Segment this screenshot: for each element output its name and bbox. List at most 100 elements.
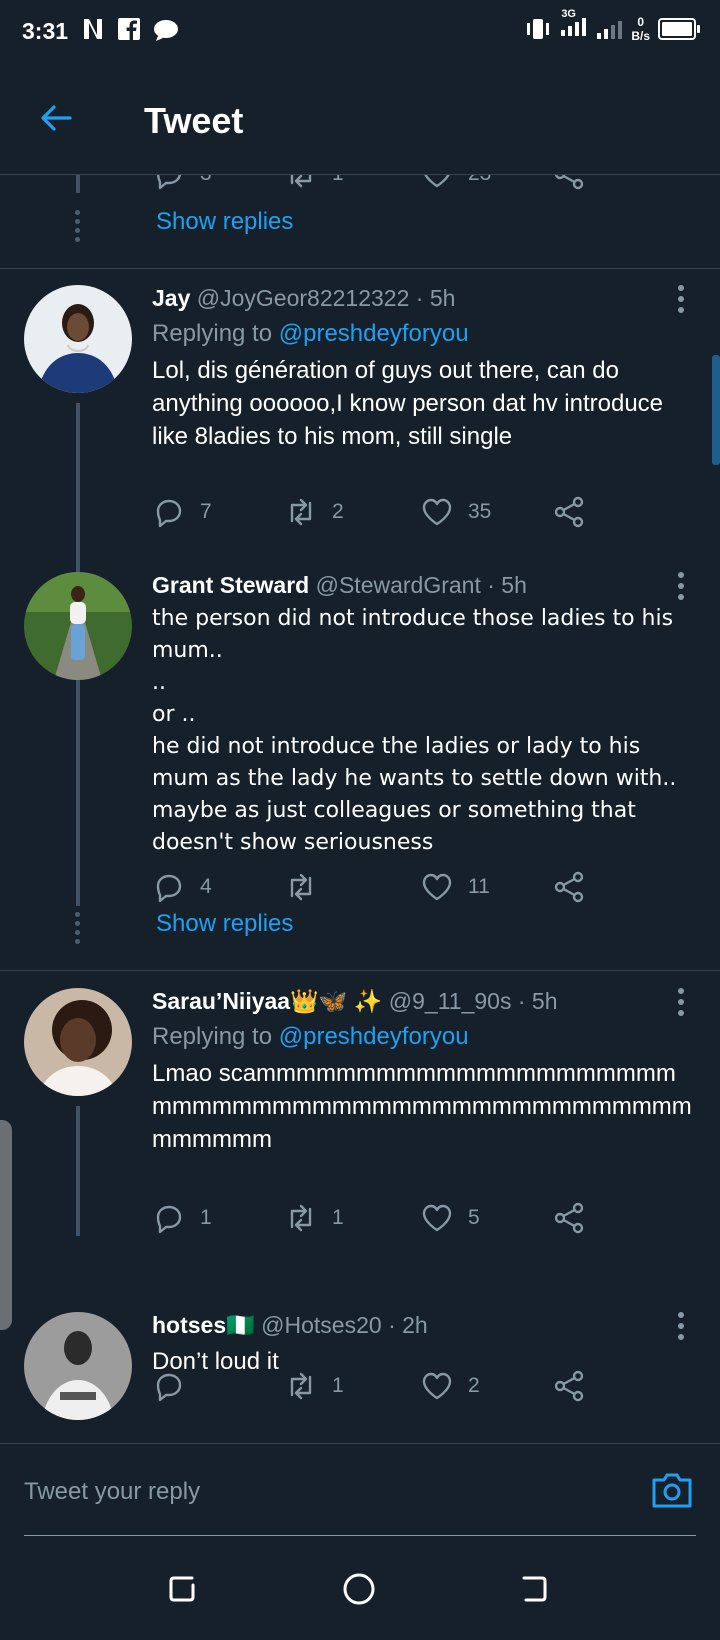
tweet-actions: 1 1 5 <box>152 1201 622 1237</box>
system-nav-bar <box>0 1536 720 1640</box>
reply-composer: Tweet your reply <box>0 1443 720 1536</box>
reply-icon <box>156 499 182 528</box>
share-action[interactable] <box>552 870 586 904</box>
tweet-text-line: .. <box>152 670 166 695</box>
facebook-icon <box>118 18 140 40</box>
tweet-item[interactable]: Grant Steward @StewardGrant · 5h the per… <box>0 572 720 872</box>
retweet-action[interactable] <box>284 870 332 904</box>
retweet-action[interactable]: 1 <box>284 1369 344 1403</box>
app-header: Tweet <box>0 64 720 175</box>
replying-to: Replying to @preshdeyforyou <box>152 1023 469 1050</box>
retweet-action[interactable]: 1 <box>284 1201 344 1235</box>
reply-icon <box>156 1373 182 1402</box>
data-speed: 0 B/s <box>631 14 650 43</box>
show-replies-link[interactable]: Show replies <box>156 910 293 938</box>
tweet-meta: Jay @JoyGeor82212322 · 5h <box>152 285 660 312</box>
status-time: 3:31 <box>22 18 69 44</box>
tweet-time: · 5h <box>517 988 558 1014</box>
like-action[interactable]: 5 <box>420 1201 480 1235</box>
like-action[interactable]: 35 <box>420 495 491 529</box>
tweet-meta: Sarau’Niiyaa👑🦋 ✨ @9_11_90s · 5h <box>152 988 660 1015</box>
tweet-thread[interactable]: 3 1 23 Show replies Jay @Jo <box>0 175 720 1443</box>
page-title: Tweet <box>144 100 244 141</box>
reply-icon <box>156 175 181 190</box>
retweet-action[interactable]: 2 <box>284 495 344 529</box>
reply-action[interactable]: 4 <box>152 870 212 904</box>
replying-to: Replying to @preshdeyforyou <box>152 320 469 347</box>
signal-icon-2 <box>597 20 623 39</box>
retweet-action[interactable]: 1 <box>284 175 344 191</box>
tweet-item[interactable]: Sarau’Niiyaa👑🦋 ✨ @9_11_90s · 5h Replying… <box>0 988 720 1158</box>
retweet-icon <box>290 175 312 188</box>
replying-to-handle[interactable]: @preshdeyforyou <box>279 320 469 347</box>
more-options-icon[interactable] <box>678 572 684 605</box>
like-action[interactable]: 11 <box>420 870 490 904</box>
like-action[interactable]: 2 <box>420 1369 480 1403</box>
share-action[interactable] <box>552 1369 586 1403</box>
avatar-image <box>24 285 132 393</box>
author-name[interactable]: hotses🇳🇬 <box>152 1312 255 1338</box>
heart-icon <box>422 1204 452 1232</box>
thread-dots <box>75 210 81 246</box>
avatar[interactable] <box>24 1312 132 1420</box>
more-options-icon[interactable] <box>678 285 684 318</box>
more-options-icon[interactable] <box>678 988 684 1021</box>
retweet-icon <box>290 1204 312 1232</box>
reply-action[interactable]: 7 <box>152 495 212 529</box>
author-name[interactable]: Jay <box>152 285 190 311</box>
reply-input[interactable]: Tweet your reply <box>24 1478 200 1506</box>
thread-line <box>76 1106 80 1236</box>
share-action[interactable] <box>552 1201 586 1235</box>
reply-icon <box>156 874 182 903</box>
tweet-item[interactable]: Jay @JoyGeor82212322 · 5h Replying to @p… <box>0 285 720 450</box>
back-arrow-icon[interactable] <box>38 100 74 136</box>
tweet-actions: 1 2 <box>152 1369 622 1405</box>
heart-icon <box>424 175 450 188</box>
home-icon[interactable] <box>342 1572 376 1606</box>
scrollbar-thumb[interactable] <box>712 355 720 465</box>
like-action[interactable]: 23 <box>420 175 491 191</box>
author-handle: @JoyGeor82212322 <box>196 285 410 311</box>
notification-icons <box>80 16 180 42</box>
author-name[interactable]: Grant Steward <box>152 572 309 598</box>
share-icon <box>554 1202 584 1234</box>
recent-apps-icon[interactable] <box>166 1572 200 1606</box>
thread-line <box>76 691 80 906</box>
back-nav-icon[interactable] <box>518 1572 552 1606</box>
author-name[interactable]: Sarau’Niiyaa👑🦋 ✨ <box>152 988 382 1014</box>
avatar[interactable] <box>24 285 132 393</box>
retweet-icon <box>290 498 312 526</box>
tweet-text: the person did not introduce those ladie… <box>152 603 692 859</box>
reply-action[interactable]: 3 <box>152 175 212 191</box>
tweet-text-line: he did not introduce the ladies or lady … <box>152 734 677 855</box>
share-icon <box>554 871 584 903</box>
tweet-item[interactable]: hotses🇳🇬 @Hotses20 · 2h Don’t loud it <box>0 1312 720 1422</box>
show-replies-link[interactable]: Show replies <box>156 208 293 236</box>
tweet-time: · 2h <box>388 1312 428 1338</box>
tweet-time: · 5h <box>487 572 527 598</box>
tweet-text-line: the person did not introduce those ladie… <box>152 606 674 663</box>
status-bar: 3:31 3G 0 B/s <box>0 0 720 64</box>
reply-action[interactable]: 1 <box>152 1201 212 1235</box>
reply-icon <box>156 1205 182 1234</box>
camera-icon[interactable] <box>650 1470 694 1510</box>
netflix-icon <box>84 19 102 39</box>
retweet-icon <box>290 873 312 901</box>
share-icon <box>554 496 584 528</box>
tweet-text: Lol, dis génération of guys out there, c… <box>152 357 664 450</box>
divider <box>0 970 720 971</box>
avatar[interactable] <box>24 572 132 680</box>
author-handle: @9_11_90s <box>388 988 512 1014</box>
reply-action[interactable] <box>152 1369 200 1403</box>
replying-to-handle[interactable]: @preshdeyforyou <box>279 1023 469 1050</box>
share-action[interactable] <box>552 495 586 529</box>
heart-icon <box>422 498 452 526</box>
edge-panel-handle[interactable] <box>0 1120 12 1330</box>
avatar[interactable] <box>24 988 132 1096</box>
heart-icon <box>422 1372 452 1400</box>
tweet-meta: Grant Steward @StewardGrant · 5h <box>152 572 660 599</box>
more-options-icon[interactable] <box>678 1312 684 1345</box>
thread-dots <box>75 912 81 948</box>
share-action[interactable] <box>552 175 586 191</box>
battery-icon <box>658 17 700 40</box>
